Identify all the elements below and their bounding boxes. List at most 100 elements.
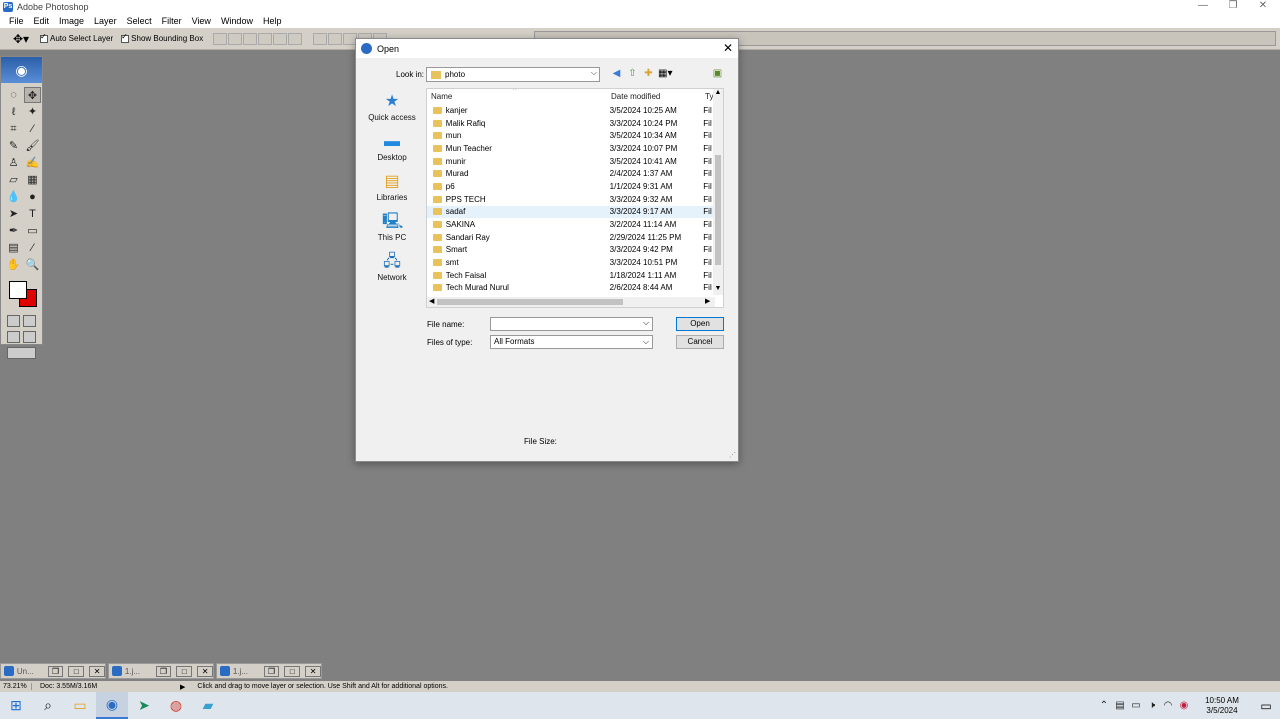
file-name-dropdown-icon[interactable]: ⌵ bbox=[643, 318, 649, 328]
blur-tool-icon[interactable]: 💧 bbox=[5, 189, 22, 205]
maximize-doc-icon[interactable]: □ bbox=[176, 665, 193, 677]
restore-button[interactable]: ❐ bbox=[1218, 0, 1248, 12]
align-bottom-icon[interactable] bbox=[243, 32, 258, 45]
close-doc-icon[interactable]: ✕ bbox=[305, 665, 322, 677]
cancel-button[interactable]: Cancel bbox=[676, 335, 724, 349]
align-top-icon[interactable] bbox=[213, 32, 228, 45]
distribute-vcenter-icon[interactable] bbox=[328, 32, 343, 45]
lasso-tool-icon[interactable]: ℓ bbox=[5, 104, 22, 120]
healing-brush-tool-icon[interactable]: ✎ bbox=[5, 138, 22, 154]
column-name[interactable]: Name bbox=[427, 92, 609, 101]
column-date-modified[interactable]: Date modified bbox=[609, 92, 705, 101]
move-tool-preset-icon[interactable]: ✥▾ bbox=[10, 31, 32, 47]
horizontal-scroll-thumb[interactable] bbox=[437, 299, 623, 305]
file-row[interactable]: Sandari Ray 2/29/2024 11:25 PM Fil bbox=[427, 231, 715, 244]
file-row[interactable]: Murad 2/4/2024 1:37 AM Fil bbox=[427, 167, 715, 180]
file-row[interactable]: SAKINA 3/2/2024 11:14 AM Fil bbox=[427, 218, 715, 231]
maximize-doc-icon[interactable]: □ bbox=[284, 665, 301, 677]
minimized-doc[interactable]: 1.j... ❐ □ ✕ bbox=[108, 663, 214, 679]
resize-grip-icon[interactable]: ⋰ bbox=[729, 451, 736, 459]
restore-doc-icon[interactable]: ❐ bbox=[47, 665, 64, 677]
files-of-type-dropdown[interactable]: All Formats ⌵ bbox=[490, 335, 653, 349]
photoshop-taskbar-icon[interactable]: ◉ bbox=[96, 692, 128, 719]
file-row[interactable]: Mun Teacher 3/3/2024 10:07 PM Fil bbox=[427, 142, 715, 155]
jump-to-imageready-icon[interactable] bbox=[7, 347, 36, 359]
place-desktop[interactable]: ▬ Desktop bbox=[366, 131, 418, 171]
view-menu-icon[interactable]: ▦▾ bbox=[658, 68, 672, 80]
doc-size[interactable]: Doc: 3.55M/3.16M bbox=[40, 683, 180, 690]
menu-edit[interactable]: Edit bbox=[29, 16, 55, 26]
zoom-level[interactable]: 73.21% bbox=[0, 683, 32, 690]
file-row[interactable]: PPS TECH 3/3/2024 9:32 AM Fil bbox=[427, 193, 715, 206]
notifications-icon[interactable]: ▭ bbox=[1252, 699, 1280, 713]
standard-mode-icon[interactable] bbox=[7, 315, 20, 327]
eyedropper-tool-icon[interactable]: ⁄ bbox=[24, 240, 41, 256]
slice-tool-icon[interactable]: ⁄ bbox=[24, 121, 41, 137]
search-icon[interactable]: ⌕ bbox=[32, 692, 64, 719]
scroll-down-icon[interactable]: ▼ bbox=[713, 285, 723, 292]
file-name-input[interactable] bbox=[490, 317, 653, 331]
notepad-icon[interactable]: ▰ bbox=[192, 692, 224, 719]
close-doc-icon[interactable]: ✕ bbox=[197, 665, 214, 677]
menu-file[interactable]: File bbox=[4, 16, 29, 26]
open-button[interactable]: Open bbox=[676, 317, 724, 331]
minimize-button[interactable]: — bbox=[1188, 0, 1218, 12]
windows-start-icon[interactable]: ⊞ bbox=[0, 692, 32, 719]
dodge-tool-icon[interactable]: ● bbox=[24, 189, 41, 205]
clone-stamp-tool-icon[interactable]: ♙ bbox=[5, 155, 22, 171]
play-arrow-icon[interactable]: ▶ bbox=[180, 683, 185, 691]
show-bounding-box-checkbox[interactable]: Show Bounding Box bbox=[121, 32, 203, 43]
file-row[interactable]: Smart 3/3/2024 9:42 PM Fil bbox=[427, 244, 715, 257]
scroll-right-icon[interactable]: ▶ bbox=[705, 297, 710, 307]
look-in-dropdown[interactable]: photo ⌵ bbox=[426, 67, 600, 82]
horizontal-scrollbar[interactable]: ◀ ▶ bbox=[427, 297, 715, 307]
up-folder-icon[interactable]: ⇧ bbox=[626, 68, 639, 80]
menu-window[interactable]: Window bbox=[216, 16, 258, 26]
shape-tool-icon[interactable]: ▭ bbox=[24, 223, 41, 239]
dialog-close-icon[interactable]: ✕ bbox=[723, 41, 733, 55]
gradient-tool-icon[interactable]: ▦ bbox=[24, 172, 41, 188]
wifi-icon[interactable]: ◠ bbox=[1160, 700, 1176, 711]
file-row[interactable]: munir 3/5/2024 10:41 AM Fil bbox=[427, 155, 715, 168]
eraser-tool-icon[interactable]: ▱ bbox=[5, 172, 22, 188]
new-folder-icon[interactable]: ✚ bbox=[642, 68, 655, 80]
scroll-left-icon[interactable]: ◀ bbox=[429, 297, 434, 307]
move-tool-icon[interactable]: ✥ bbox=[24, 87, 41, 103]
network-tray-icon[interactable]: ▤ bbox=[1112, 700, 1128, 711]
file-row[interactable]: smt 3/3/2024 10:51 PM Fil bbox=[427, 256, 715, 269]
marquee-tool-icon[interactable]: ◌ bbox=[5, 87, 22, 103]
pen-tool-icon[interactable]: ✒ bbox=[5, 223, 22, 239]
file-row[interactable]: p6 1/1/2024 9:31 AM Fil bbox=[427, 180, 715, 193]
chevron-up-icon[interactable]: ⌃ bbox=[1096, 700, 1112, 711]
close-doc-icon[interactable]: ✕ bbox=[89, 665, 106, 677]
restore-doc-icon[interactable]: ❐ bbox=[155, 665, 172, 677]
align-vcenter-icon[interactable] bbox=[228, 32, 243, 45]
quick-mask-mode-icon[interactable] bbox=[23, 315, 36, 327]
minimized-doc[interactable]: 1.j... ❐ □ ✕ bbox=[216, 663, 322, 679]
align-hcenter-icon[interactable] bbox=[273, 32, 288, 45]
menu-filter[interactable]: Filter bbox=[157, 16, 187, 26]
history-brush-tool-icon[interactable]: ✍ bbox=[24, 155, 41, 171]
brush-tool-icon[interactable]: 🖌 bbox=[24, 138, 41, 154]
file-row[interactable]: kanjer 3/5/2024 10:25 AM Fil bbox=[427, 104, 715, 117]
place-this-pc[interactable]: 🖳 This PC bbox=[366, 211, 418, 251]
maximize-doc-icon[interactable]: □ bbox=[68, 665, 85, 677]
close-window-button[interactable]: ✕ bbox=[1248, 0, 1278, 12]
chrome-icon[interactable]: ◍ bbox=[160, 692, 192, 719]
battery-icon[interactable]: ▭ bbox=[1128, 700, 1144, 711]
back-icon[interactable]: ◀ bbox=[610, 68, 623, 80]
file-row[interactable]: sadaf 3/3/2024 9:17 AM Fil bbox=[427, 205, 715, 219]
menu-help[interactable]: Help bbox=[258, 16, 287, 26]
place-network[interactable]: 🖧 Network bbox=[366, 251, 418, 291]
minimized-doc[interactable]: Un... ❐ □ ✕ bbox=[0, 663, 106, 679]
path-selection-tool-icon[interactable]: ➤ bbox=[5, 206, 22, 222]
crop-tool-icon[interactable]: ⌗ bbox=[5, 121, 22, 137]
clock[interactable]: 10:50 AM 3/5/2024 bbox=[1192, 696, 1252, 716]
file-explorer-icon[interactable]: ▭ bbox=[64, 692, 96, 719]
file-row[interactable]: Tech Faisal 1/18/2024 1:11 AM Fil bbox=[427, 269, 715, 282]
file-row[interactable]: Malik Rafiq 3/3/2024 10:24 PM Fil bbox=[427, 117, 715, 130]
volume-icon[interactable]: 🕨 bbox=[1144, 700, 1160, 711]
distribute-top-icon[interactable] bbox=[313, 32, 328, 45]
foreground-color-swatch[interactable] bbox=[9, 281, 27, 299]
restore-doc-icon[interactable]: ❐ bbox=[263, 665, 280, 677]
